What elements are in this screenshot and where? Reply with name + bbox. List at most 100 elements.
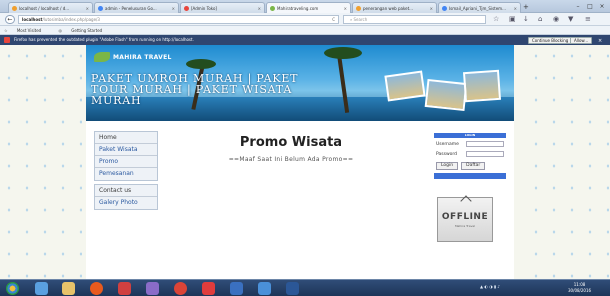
back-button[interactable]: ← <box>5 15 15 24</box>
menu-icon[interactable]: ≡ <box>585 15 591 24</box>
download-icon[interactable]: ↓ <box>523 15 529 24</box>
offline-status-sign: OFFLINE Mahira Travel <box>437 195 493 242</box>
allow-button[interactable]: Allow... <box>570 37 593 44</box>
url-bar[interactable]: localhost/lutosimba/index.php/page/3 C <box>18 15 339 24</box>
username-row: Username <box>434 140 506 148</box>
login-buttons: Login Daftar <box>434 162 506 170</box>
menu-group-secondary: Contact us Galery Photo <box>94 184 158 210</box>
banner-photo <box>384 70 426 102</box>
menu-item-paket-wisata[interactable]: Paket Wisata <box>95 144 157 156</box>
close-tab-icon[interactable]: × <box>344 6 347 11</box>
close-tab-icon[interactable]: × <box>430 6 433 11</box>
plugin-message: Firefox has prevented the outdated plugi… <box>14 37 194 42</box>
media-icon[interactable] <box>118 282 131 295</box>
navigation-toolbar: ← localhost/lutosimba/index.php/page/3 C… <box>0 13 610 26</box>
new-tab-button[interactable]: + <box>523 3 529 11</box>
url-path: /lutosimba/index.php/page/3 <box>42 17 100 22</box>
logo-text: MAHIRA TRAVEL <box>113 53 172 61</box>
explorer-icon[interactable] <box>62 282 75 295</box>
tab-penerangan[interactable]: penerangan web paket... × <box>352 2 437 13</box>
bookmark-getting-started[interactable]: ◎ Getting Started <box>59 28 111 33</box>
app-icon[interactable] <box>258 282 271 295</box>
continue-blocking-button[interactable]: Continue Blocking <box>528 37 573 44</box>
tab-favicon-icon <box>12 5 17 11</box>
username-input[interactable] <box>466 141 504 147</box>
paint-icon[interactable] <box>146 282 159 295</box>
home-icon[interactable]: ⌂ <box>538 15 542 24</box>
firefox-taskbar-icon[interactable] <box>90 282 103 295</box>
url-host: localhost <box>22 17 43 22</box>
menu-item-pemesanan[interactable]: Pemesanan <box>95 168 157 180</box>
clock[interactable]: 11:08 30/08/2016 <box>568 282 591 294</box>
app-icon[interactable] <box>202 282 215 295</box>
minimize-icon[interactable]: – <box>573 2 583 11</box>
tab-favicon-icon <box>356 5 361 11</box>
password-input[interactable] <box>466 151 504 157</box>
tab-google-search[interactable]: admin - Penelusuran Go... × <box>94 2 179 13</box>
menu-item-home[interactable]: Home <box>95 132 157 144</box>
tab-mahiratraveling[interactable]: Mahiratraveling.com × <box>266 2 351 13</box>
word-icon[interactable] <box>286 282 299 295</box>
pocket-icon[interactable]: ◉ <box>553 15 559 24</box>
tab-label: localhost / localhost / d... <box>19 5 70 11</box>
logo-mark-icon <box>94 52 110 62</box>
maximize-icon[interactable]: □ <box>585 2 595 11</box>
clipboard-icon[interactable]: ▣ <box>509 15 516 24</box>
close-tab-icon[interactable]: × <box>86 6 89 11</box>
chrome-icon[interactable] <box>174 282 187 295</box>
login-footer-bar <box>434 173 506 179</box>
tab-label: Mahiratraveling.com <box>277 5 319 11</box>
bookmarks-bar: ☆ Most Visited ◎ Getting Started <box>0 26 610 35</box>
close-tab-icon[interactable]: × <box>172 6 175 11</box>
search-field[interactable]: ⌕ Search <box>343 15 486 24</box>
app-icon[interactable] <box>230 282 243 295</box>
bookmark-icon: ☆ <box>4 28 9 33</box>
menu-item-contact-us[interactable]: Contact us <box>95 185 157 197</box>
tab-favicon-icon <box>98 5 103 11</box>
password-row: Password <box>434 150 506 158</box>
tab-label: [Admin Toko] <box>191 5 217 11</box>
site-container: MAHIRA TRAVEL PAKET UMROH MURAH | PAKET … <box>86 45 514 279</box>
close-tab-icon[interactable]: × <box>514 6 517 11</box>
clock-date: 30/08/2016 <box>568 288 592 293</box>
firefox-icon: ◎ <box>58 28 64 33</box>
close-window-icon[interactable]: × <box>597 2 607 11</box>
palm-leaves-icon <box>324 47 362 59</box>
username-label: Username <box>436 141 459 147</box>
menu-group-main: Home Paket Wisata Promo Pemesanan <box>94 131 158 181</box>
site-banner: MAHIRA TRAVEL PAKET UMROH MURAH | PAKET … <box>86 45 514 121</box>
search-placeholder: Search <box>353 17 368 22</box>
tab-favicon-icon <box>442 5 447 11</box>
tab-localhost[interactable]: localhost / localhost / d... × <box>8 2 93 13</box>
left-background-pattern <box>0 45 82 279</box>
banner-photo <box>424 78 468 112</box>
bookmark-most-visited[interactable]: ☆ Most Visited <box>4 28 49 33</box>
site-logo[interactable]: MAHIRA TRAVEL <box>94 51 172 63</box>
register-button[interactable]: Daftar <box>461 162 486 170</box>
password-label: Password <box>436 151 458 157</box>
reload-icon[interactable]: C <box>332 16 335 23</box>
banner-photo <box>462 69 502 103</box>
menu-item-promo[interactable]: Promo <box>95 156 157 168</box>
main-content: Promo Wisata ==Maaf Saat Ini Belum Ada P… <box>171 131 411 163</box>
close-tab-icon[interactable]: × <box>258 6 261 11</box>
login-box: LOGIN Username Password Login Daftar <box>434 133 506 179</box>
side-menu: Home Paket Wisata Promo Pemesanan Contac… <box>94 131 158 213</box>
right-background-pattern <box>527 45 609 279</box>
shield-icon[interactable]: ▼ <box>568 15 573 24</box>
page-title: Promo Wisata <box>239 135 343 150</box>
start-button-icon[interactable] <box>6 282 19 295</box>
browser-tab-strip: localhost / localhost / d... × admin - P… <box>0 0 610 13</box>
tab-label: admin - Penelusuran Go... <box>105 5 157 11</box>
page-viewport: MAHIRA TRAVEL PAKET UMROH MURAH | PAKET … <box>0 45 610 279</box>
star-icon[interactable]: ☆ <box>493 15 499 24</box>
ie-icon[interactable] <box>35 282 48 295</box>
tab-admin-toko[interactable]: [Admin Toko] × <box>180 2 265 13</box>
tab-ismail-apriani[interactable]: Ismail_Apriani_Tjm_Sistem... × <box>438 2 521 13</box>
bookmark-label: Most Visited <box>16 28 42 33</box>
promo-message: ==Maaf Saat Ini Belum Ada Promo== <box>228 156 354 163</box>
windows-taskbar: ▲ ◐ ◑ ▮ ♪ 11:08 30/08/2016 <box>0 279 610 296</box>
offline-sign-text: OFFLINE <box>441 212 489 222</box>
login-button[interactable]: Login <box>436 162 459 170</box>
menu-item-galery-photo[interactable]: Galery Photo <box>95 197 157 209</box>
